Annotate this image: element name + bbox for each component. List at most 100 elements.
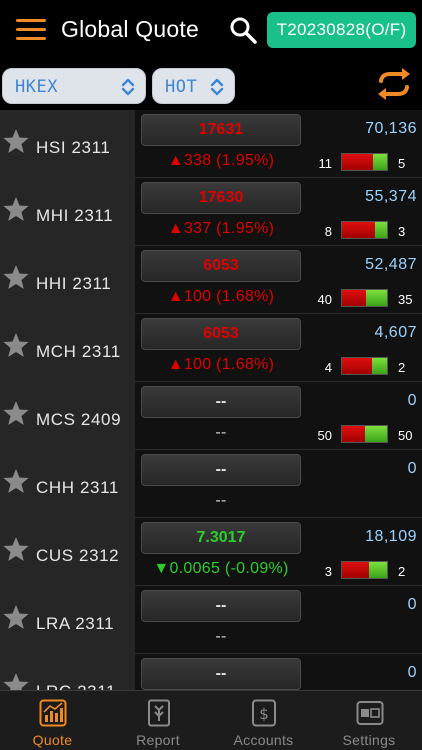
ask-ratio-fill xyxy=(374,222,387,238)
ask-ratio-fill xyxy=(373,154,387,170)
ask-ratio-fill xyxy=(372,358,387,374)
quote-row[interactable]: CUS 2312 7.3017 ▼0.0065 (-0.09%) 18,109 3 2 xyxy=(0,518,422,586)
app-header: Global Quote T20230828(O/F) xyxy=(0,0,422,62)
contract-code: LRA 2311 xyxy=(36,614,115,633)
ask-ratio-fill xyxy=(369,562,387,578)
quote-row[interactable]: CHH 2311 -- -- 0 xyxy=(0,450,422,518)
bid-ask-ratio-bar xyxy=(341,153,388,171)
volume-value: 52,487 xyxy=(365,256,417,273)
quote-symbol-cell[interactable]: LRC 2311 xyxy=(0,654,135,690)
price-change: ▲338 (1.95%) xyxy=(167,152,275,169)
price-change: -- xyxy=(215,628,227,645)
quote-row[interactable]: MHI 2311 17630 ▲337 (1.95%) 55,374 8 3 xyxy=(0,178,422,246)
quote-list[interactable]: HSI 2311 17631 ▲338 (1.95%) 70,136 11 5 MHI 23… xyxy=(0,110,422,690)
volume-value: 0 xyxy=(407,664,417,681)
updown-chevron-icon xyxy=(210,78,224,96)
quote-symbol-cell[interactable]: CHH 2311 xyxy=(0,450,135,518)
bid-ratio-fill xyxy=(342,222,375,238)
bottom-tab-bar: Quote Report $ Accounts Settings xyxy=(0,690,422,750)
last-price-box[interactable]: 7.3017 xyxy=(141,522,301,554)
last-price-box[interactable]: -- xyxy=(141,386,301,418)
quote-symbol-cell[interactable]: CUS 2312 xyxy=(0,518,135,586)
tab-report[interactable]: Report xyxy=(106,691,211,750)
bid-ask-ratio-bar xyxy=(341,357,388,375)
favorite-star-icon[interactable] xyxy=(2,603,30,631)
last-price-box[interactable]: 6053 xyxy=(141,250,301,282)
ask-queue-count: 2 xyxy=(398,564,406,579)
ask-queue-count: 3 xyxy=(398,224,406,239)
quote-row[interactable]: MCH 2311 6053 ▲100 (1.68%) 4,607 4 2 xyxy=(0,314,422,382)
menu-icon[interactable] xyxy=(16,19,46,41)
contract-code: LRC 2311 xyxy=(36,682,116,690)
favorite-star-icon[interactable] xyxy=(2,127,30,155)
category-select[interactable]: HOT xyxy=(152,68,235,104)
volume-value: 70,136 xyxy=(365,120,417,137)
quote-symbol-cell[interactable]: MCH 2311 xyxy=(0,314,135,382)
favorite-star-icon[interactable] xyxy=(2,263,30,291)
price-change: ▲337 (1.95%) xyxy=(167,220,275,237)
report-icon xyxy=(145,699,173,727)
svg-text:$: $ xyxy=(259,705,269,723)
bid-ratio-fill xyxy=(342,290,366,306)
ask-queue-count: 5 xyxy=(398,156,406,171)
bid-queue-count: 11 xyxy=(318,156,333,171)
price-change: ▼0.0065 (-0.09%) xyxy=(153,560,289,577)
ask-queue-count: 50 xyxy=(398,428,413,443)
quote-row[interactable]: HSI 2311 17631 ▲338 (1.95%) 70,136 11 5 xyxy=(0,110,422,178)
bid-queue-count: 50 xyxy=(317,428,332,443)
quote-row[interactable]: HHI 2311 6053 ▲100 (1.68%) 52,487 40 35 xyxy=(0,246,422,314)
bid-queue-count: 4 xyxy=(324,360,332,375)
tab-settings[interactable]: Settings xyxy=(317,691,422,750)
quote-row[interactable]: LRA 2311 -- -- 0 xyxy=(0,586,422,654)
bid-ask-ratio-bar xyxy=(341,221,388,239)
bid-ratio-fill xyxy=(342,358,373,374)
contract-code: MCH 2311 xyxy=(36,342,121,361)
quote-symbol-cell[interactable]: HHI 2311 xyxy=(0,246,135,314)
contract-code: CUS 2312 xyxy=(36,546,120,565)
tab-accounts[interactable]: $ Accounts xyxy=(211,691,316,750)
tab-label: Quote xyxy=(32,732,73,748)
refresh-icon[interactable] xyxy=(376,66,412,102)
exchange-select[interactable]: HKEX xyxy=(2,68,146,104)
tab-label: Settings xyxy=(342,732,396,748)
price-change: -- xyxy=(215,424,227,441)
favorite-star-icon[interactable] xyxy=(2,671,30,690)
quote-symbol-cell[interactable]: LRA 2311 xyxy=(0,586,135,654)
favorite-star-icon[interactable] xyxy=(2,195,30,223)
last-price-box[interactable]: -- xyxy=(141,590,301,622)
quote-symbol-cell[interactable]: HSI 2311 xyxy=(0,110,135,178)
bid-ratio-fill xyxy=(342,562,369,578)
favorite-star-icon[interactable] xyxy=(2,331,30,359)
ask-ratio-fill xyxy=(365,290,387,306)
last-price-box[interactable]: -- xyxy=(141,658,301,690)
price-change: ▲100 (1.68%) xyxy=(167,288,275,305)
favorite-star-icon[interactable] xyxy=(2,467,30,495)
quote-row[interactable]: MCS 2409 -- -- 0 50 50 xyxy=(0,382,422,450)
ask-queue-count: 35 xyxy=(398,292,413,307)
contract-code: HHI 2311 xyxy=(36,274,112,293)
contract-code: MCS 2409 xyxy=(36,410,122,429)
dollar-icon: $ xyxy=(250,699,278,727)
favorite-star-icon[interactable] xyxy=(2,535,30,563)
volume-value: 4,607 xyxy=(374,324,417,341)
filter-bar: HKEX HOT xyxy=(0,62,422,110)
last-price-box[interactable]: -- xyxy=(141,454,301,486)
quote-symbol-cell[interactable]: MCS 2409 xyxy=(0,382,135,450)
session-badge[interactable]: T20230828(O/F) xyxy=(267,12,416,48)
last-price-box[interactable]: 17630 xyxy=(141,182,301,214)
quote-symbol-cell[interactable]: MHI 2311 xyxy=(0,178,135,246)
volume-value: 0 xyxy=(407,392,417,409)
bid-queue-count: 40 xyxy=(317,292,332,307)
bid-ask-ratio-bar xyxy=(341,561,388,579)
ask-ratio-fill xyxy=(364,426,387,442)
contract-code: CHH 2311 xyxy=(36,478,119,497)
last-price-box[interactable]: 17631 xyxy=(141,114,301,146)
quote-row[interactable]: LRC 2311----0 xyxy=(0,654,422,690)
last-price-box[interactable]: 6053 xyxy=(141,318,301,350)
favorite-star-icon[interactable] xyxy=(2,399,30,427)
ask-queue-count: 2 xyxy=(398,360,406,375)
bid-queue-count: 3 xyxy=(324,564,332,579)
tab-quote[interactable]: Quote xyxy=(0,691,105,750)
updown-chevron-icon xyxy=(121,78,135,96)
search-icon[interactable] xyxy=(229,16,257,44)
